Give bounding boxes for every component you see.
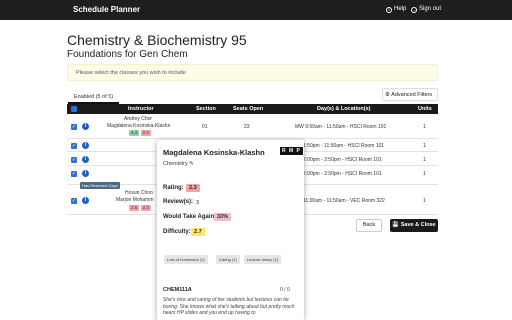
signout-link[interactable]: → Sign out: [411, 6, 441, 13]
rating-pill: 2.3: [186, 184, 200, 192]
would-take-again-value: 33%: [214, 213, 232, 221]
info-icon[interactable]: i: [82, 197, 89, 204]
review-tag: Lots of homework (1): [164, 255, 208, 264]
location-cell: 11:00am - 11:50am - VEC Room 322: [303, 198, 385, 204]
table-row: ✓ i Andrey Chor Magdalena Kosinska-Klash…: [67, 114, 438, 139]
table-header: Instructor Section Seats Open Day(s) & L…: [67, 104, 438, 114]
instructor-name[interactable]: Hosun Choo: [125, 190, 153, 196]
back-button[interactable]: Back: [356, 219, 382, 232]
professor-rating-popup: Magdalena Kosinska-Klashn R M P Chemistr…: [157, 140, 304, 320]
review-course: CHEM111A: [163, 287, 192, 293]
professor-name: Magdalena Kosinska-Klashn: [163, 148, 265, 157]
header-location: Day(s) & Location(s): [317, 106, 371, 112]
review-text: She's nice and caring of her students bu…: [163, 297, 295, 316]
tab-enabled[interactable]: Enabled (5 of 5): [68, 89, 119, 104]
review-tag: Caring (1): [216, 255, 240, 264]
pencil-icon: ✎: [189, 161, 194, 167]
header-units: Units: [418, 106, 432, 112]
reviews-label: Review(s):: [163, 199, 194, 205]
signout-label: Sign out: [419, 6, 442, 12]
location-cell: 2:00pm - 2:50pm - HSCI Room 101: [303, 157, 382, 163]
header-instructor: Instructor: [128, 106, 154, 112]
difficulty-value: 2.7: [191, 228, 205, 236]
rating-label: Rating:: [163, 185, 184, 191]
info-icon[interactable]: i: [82, 170, 89, 177]
row-checkbox[interactable]: ✓: [71, 143, 77, 149]
would-take-again-label: Would Take Again:: [163, 214, 217, 220]
reviews-count: 3: [196, 200, 200, 206]
filter-icon: ⚙: [385, 92, 390, 98]
location-cell: 2:00pm - 2:50pm - HSCI Room 101: [303, 171, 382, 177]
instructor-name[interactable]: Magdalena Kosinska-Klashn: [107, 123, 170, 129]
header-section: Section: [196, 106, 216, 112]
location-cell: 1:50pm - 11:50am - HSCI Room 101: [303, 143, 385, 149]
page-title: Chemistry & Biochemistry 95: [67, 32, 247, 48]
difficulty-pill: 2.7: [191, 228, 205, 236]
row-checkbox[interactable]: ✓: [71, 157, 77, 163]
save-close-button[interactable]: 💾 Save & Close: [390, 219, 438, 232]
save-icon: 💾: [392, 222, 400, 228]
seats-cell: 23: [244, 124, 250, 130]
header-seats: Seats Open: [233, 106, 264, 112]
help-link[interactable]: ? Help: [386, 6, 406, 13]
app-brand[interactable]: Schedule Planner: [73, 5, 140, 14]
row-checkbox[interactable]: ✓: [71, 124, 77, 130]
rmp-logo[interactable]: R M P: [280, 147, 303, 155]
professor-department: Chemistry ✎: [163, 161, 194, 167]
info-icon[interactable]: i: [82, 156, 89, 163]
info-icon[interactable]: i: [82, 142, 89, 149]
rating-badge[interactable]: 4.4: [129, 130, 140, 136]
rating-badges: 4.4 2.3: [129, 130, 151, 136]
rating-badge[interactable]: 2.3: [140, 130, 151, 136]
save-close-label: Save & Close: [400, 222, 436, 228]
would-take-again-pill: 33%: [214, 213, 232, 221]
help-icon: ?: [386, 7, 392, 13]
instruction-alert: Please select the classes you wish to in…: [67, 64, 438, 81]
help-label: Help: [394, 6, 407, 12]
instructor-name[interactable]: Andrey Chor: [124, 116, 152, 122]
difficulty-label: Difficulty:: [163, 229, 191, 235]
row-checkbox[interactable]: ✓: [71, 198, 77, 204]
units-cell: 1: [423, 171, 426, 177]
units-cell: 1: [423, 124, 426, 130]
rating-value: 2.3: [186, 184, 200, 192]
rating-badge[interactable]: 2.5: [129, 205, 140, 211]
review-tag: Lecture heavy (2): [244, 255, 282, 264]
page-subtitle: Foundations for Gen Chem: [67, 49, 188, 60]
signout-icon: →: [411, 7, 417, 13]
review-thumbs: 0 / 0: [280, 287, 290, 293]
top-navbar: Schedule Planner ? Help → Sign out: [0, 0, 512, 20]
section-cell: 01: [202, 124, 208, 130]
advanced-filters-label: Advanced Filters: [391, 92, 433, 98]
instructor-name[interactable]: Marjon Mohamm: [116, 197, 154, 203]
header-select-all[interactable]: [71, 106, 77, 112]
rating-badge[interactable]: 2.3: [140, 205, 151, 211]
row-checkbox[interactable]: ✓: [71, 171, 77, 177]
department-label: Chemistry: [163, 161, 188, 167]
location-cell: MW 9:50am - 11:50am - HSCI Room 101: [295, 124, 387, 130]
units-cell: 1: [423, 157, 426, 163]
info-icon[interactable]: i: [82, 123, 89, 130]
units-cell: 1: [423, 143, 426, 149]
advanced-filters-button[interactable]: ⚙ Advanced Filters: [382, 88, 438, 101]
rating-badges: 2.5 2.3: [129, 205, 151, 211]
units-cell: 1: [423, 198, 426, 204]
